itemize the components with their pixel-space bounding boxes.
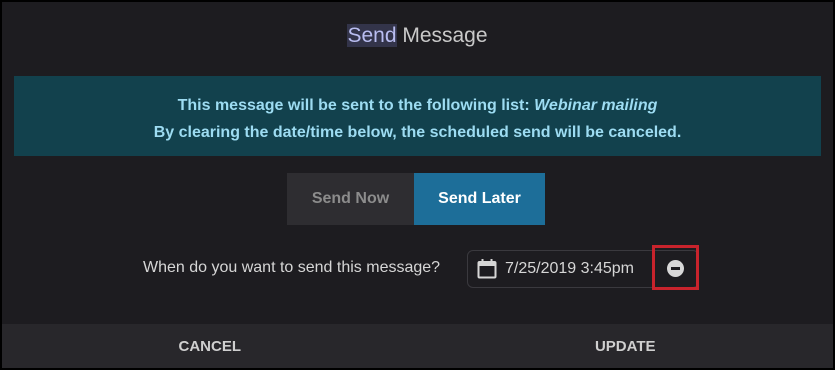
title-highlight: Send (347, 24, 397, 47)
banner-line-1: This message will be sent to the followi… (14, 92, 821, 119)
banner-line-1-prefix: This message will be sent to the followi… (177, 97, 535, 114)
clear-datetime-button[interactable] (652, 245, 699, 290)
dialog-footer: CANCEL UPDATE (2, 324, 833, 368)
datetime-value: 7/25/2019 3:45pm (505, 260, 634, 277)
schedule-question: When do you want to send this message? (143, 259, 441, 276)
cancel-button[interactable]: CANCEL (2, 324, 418, 368)
send-message-dialog: Send Message This message will be sent t… (2, 2, 833, 368)
minus-circle-icon (667, 260, 684, 277)
send-later-button[interactable]: Send Later (414, 173, 545, 225)
title-rest: Message (396, 24, 488, 47)
send-mode-toggle: Send Now Send Later (287, 173, 545, 225)
mailing-list-name: Webinar mailing (534, 97, 658, 114)
banner-line-2: By clearing the date/time below, the sch… (153, 124, 682, 141)
update-button[interactable]: UPDATE (418, 324, 834, 368)
calendar-icon (477, 259, 497, 279)
dialog-title: Send Message (2, 24, 833, 48)
info-banner: This message will be sent to the followi… (14, 76, 821, 156)
send-now-button[interactable]: Send Now (287, 173, 414, 225)
